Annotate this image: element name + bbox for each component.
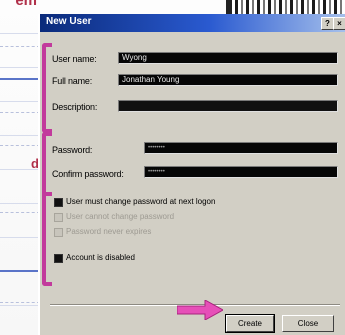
slide-line — [0, 302, 40, 303]
confirm-password-label: Confirm password: — [52, 169, 124, 179]
full-name-label: Full name: — [52, 76, 93, 86]
option-label: Account is disabled — [66, 253, 135, 262]
slide-rule — [0, 270, 40, 272]
full-name-input[interactable]: Jonathan Young — [118, 74, 338, 86]
password-input[interactable]: •••••••• — [144, 142, 338, 154]
slide-line — [0, 145, 40, 146]
slide-line — [0, 212, 40, 213]
annotation-bracket — [42, 192, 52, 286]
password-label: Password: — [52, 145, 93, 155]
user-name-input[interactable]: Wyong — [118, 52, 338, 64]
confirm-password-input[interactable]: •••••••• — [144, 166, 338, 178]
option-label: User cannot change password — [66, 212, 175, 221]
dialog-titlebar[interactable]: New User ? × — [40, 14, 345, 32]
dialog-title: New User — [46, 16, 92, 27]
pointer-arrow-icon — [177, 300, 223, 320]
close-button[interactable]: Close — [282, 315, 334, 332]
annotation-bracket — [42, 132, 52, 196]
annotation-bracket — [42, 43, 52, 133]
slide-rule — [0, 78, 40, 80]
description-label: Description: — [52, 102, 98, 112]
slide-line — [0, 112, 40, 113]
description-input[interactable] — [118, 100, 338, 112]
checkbox-icon[interactable] — [54, 198, 63, 207]
user-name-label: User name: — [52, 54, 97, 64]
checkbox-icon[interactable] — [54, 213, 63, 222]
checkbox-icon[interactable] — [54, 228, 63, 237]
create-button[interactable]: Create — [225, 314, 275, 333]
slide-line — [0, 46, 40, 47]
option-label: Password never expires — [66, 227, 152, 236]
checkbox-icon[interactable] — [54, 254, 63, 263]
slide-title-fragment: em — [15, 0, 37, 9]
close-window-button[interactable]: × — [333, 17, 345, 30]
option-label: User must change password at next logon — [66, 197, 216, 206]
new-user-dialog: New User ? × User name: Wyong Full name:… — [38, 14, 345, 335]
